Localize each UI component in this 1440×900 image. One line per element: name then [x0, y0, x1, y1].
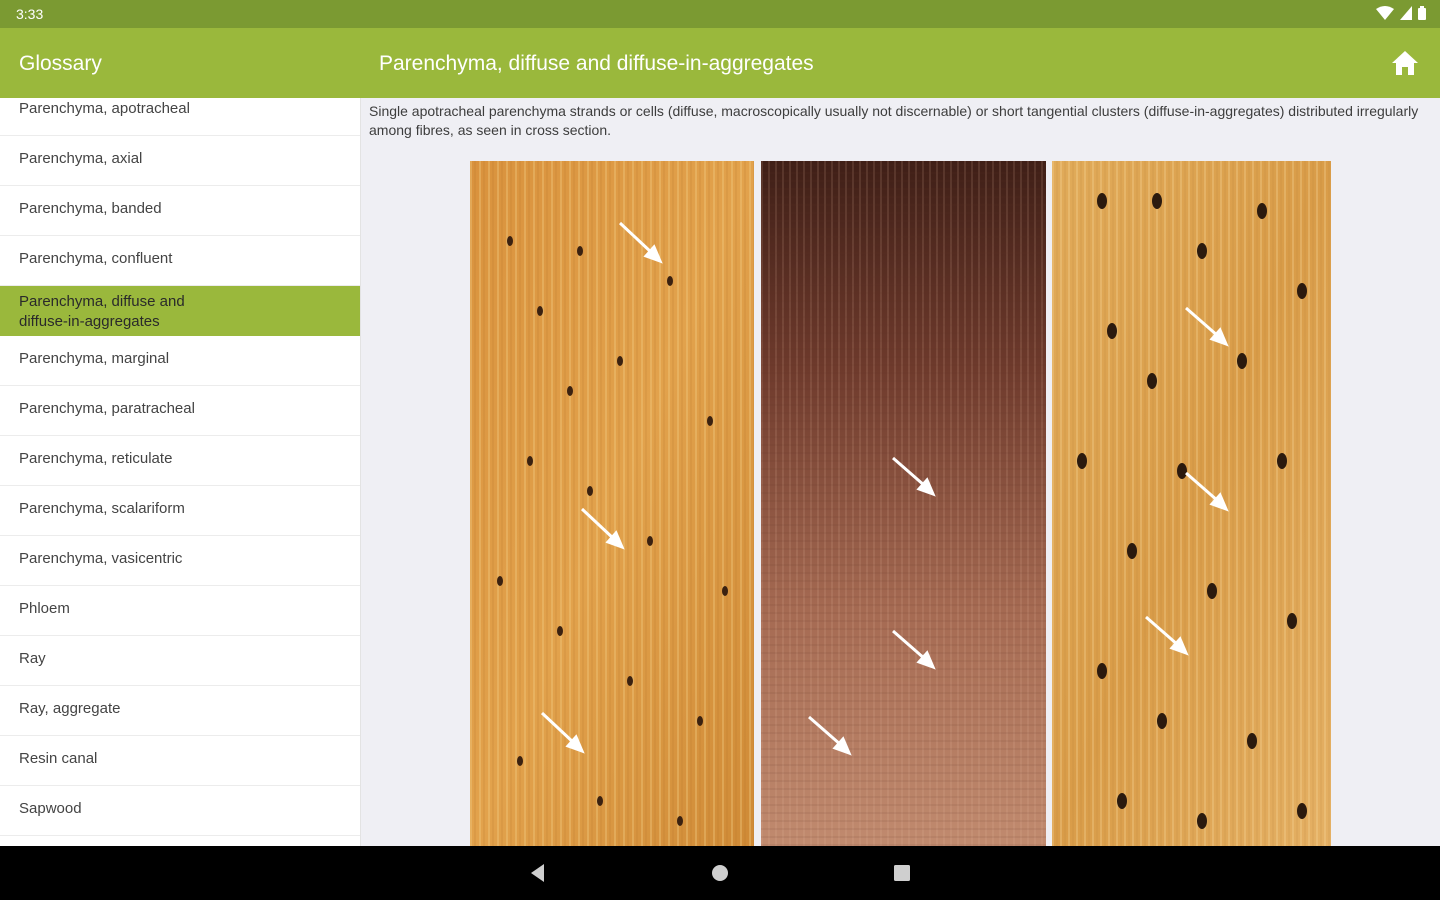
sidebar-item-label: Parenchyma, confluent	[19, 250, 173, 267]
sidebar-item-label: Parenchyma, diffuse and diffuse-in-aggre…	[19, 293, 185, 330]
sidebar-item-label: Parenchyma, reticulate	[19, 450, 173, 467]
status-time: 3:33	[16, 6, 44, 22]
sidebar-item-label: Sapwood	[19, 800, 82, 817]
signal-icon	[1400, 6, 1412, 20]
sidebar-item-label: Parenchyma, axial	[19, 150, 143, 167]
sidebar-item-resin-canal[interactable]: Resin canal	[0, 736, 360, 786]
sidebar-item-label: Ray, aggregate	[19, 700, 121, 717]
battery-icon	[1418, 6, 1426, 20]
sidebar-item-sapwood[interactable]: Sapwood	[0, 786, 360, 836]
sidebar-item-parenchyma-scalariform[interactable]: Parenchyma, scalariform	[0, 486, 360, 536]
home-icon[interactable]	[1390, 48, 1420, 78]
sidebar-item-label: Resin canal	[19, 750, 98, 767]
sidebar-item-label: Ray	[19, 650, 46, 667]
sidebar-item-label: Parenchyma, paratracheal	[19, 400, 195, 417]
home-nav-icon[interactable]	[707, 860, 733, 886]
sidebar-item-label: Phloem	[19, 600, 70, 617]
app-title: Glossary	[19, 52, 102, 75]
system-nav-bar	[0, 846, 1440, 900]
sidebar-item-label: Parenchyma, banded	[19, 200, 162, 217]
sidebar-item-phloem[interactable]: Phloem	[0, 586, 360, 636]
back-icon[interactable]	[525, 860, 551, 886]
glossary-list[interactable]: Parenchyma, apotracheal Parenchyma, axia…	[0, 98, 361, 846]
sidebar-item-label: Parenchyma, apotracheal	[19, 100, 190, 117]
sidebar-item-parenchyma-banded[interactable]: Parenchyma, banded	[0, 186, 360, 236]
sidebar-item-label: Parenchyma, scalariform	[19, 500, 185, 517]
wood-sample-middle-image	[761, 161, 1046, 846]
sidebar-item-parenchyma-marginal[interactable]: Parenchyma, marginal	[0, 336, 360, 386]
sidebar-item-label: Parenchyma, vasicentric	[19, 550, 183, 567]
sidebar-item-label: Parenchyma, marginal	[19, 350, 170, 367]
sidebar-item-parenchyma-axial[interactable]: Parenchyma, axial	[0, 136, 360, 186]
recents-icon[interactable]	[889, 860, 915, 886]
sidebar-item-parenchyma-paratracheal[interactable]: Parenchyma, paratracheal	[0, 386, 360, 436]
sidebar-item-parenchyma-diffuse[interactable]: Parenchyma, diffuse and diffuse-in-aggre…	[0, 286, 360, 336]
status-icons	[1376, 6, 1426, 20]
wood-sample-right-image	[1052, 161, 1331, 846]
app-bar: Glossary Parenchyma, diffuse and diffuse…	[0, 28, 1440, 98]
sidebar-item-ray-aggregate[interactable]: Ray, aggregate	[0, 686, 360, 736]
wifi-icon	[1376, 6, 1394, 20]
sidebar-item-ray[interactable]: Ray	[0, 636, 360, 686]
status-bar: 3:33	[0, 0, 1440, 28]
sidebar-item-parenchyma-vasicentric[interactable]: Parenchyma, vasicentric	[0, 536, 360, 586]
sidebar-item-parenchyma-apotracheal[interactable]: Parenchyma, apotracheal	[0, 98, 360, 136]
wood-cross-section-figure	[470, 161, 1331, 846]
wood-sample-left-image	[470, 161, 754, 846]
detail-content[interactable]: Single apotracheal parenchyma strands or…	[361, 98, 1440, 846]
sidebar-item-parenchyma-confluent[interactable]: Parenchyma, confluent	[0, 236, 360, 286]
definition-text: Single apotracheal parenchyma strands or…	[369, 103, 1419, 138]
sidebar-item-parenchyma-reticulate[interactable]: Parenchyma, reticulate	[0, 436, 360, 486]
detail-title: Parenchyma, diffuse and diffuse-in-aggre…	[379, 52, 814, 75]
